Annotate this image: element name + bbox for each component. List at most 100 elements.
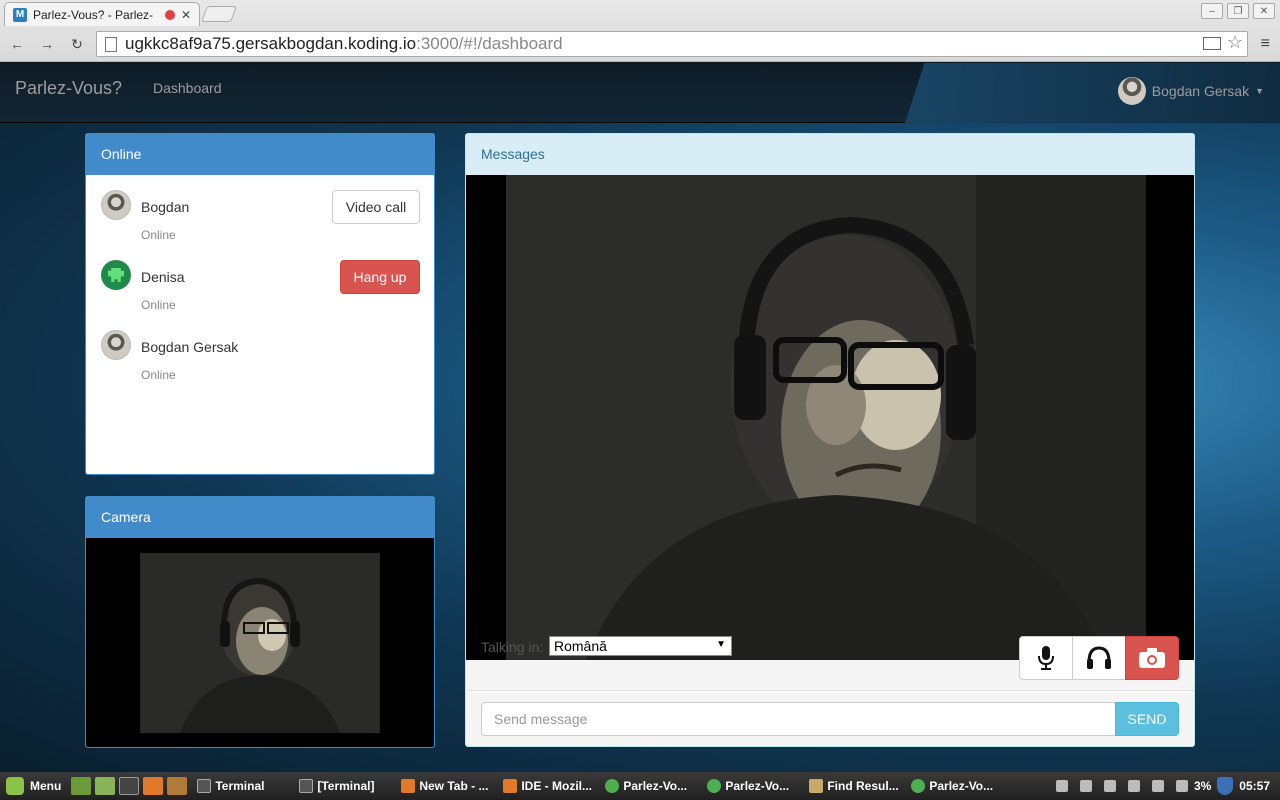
minimize-button[interactable]: – bbox=[1201, 3, 1223, 19]
contact-status: Online bbox=[141, 298, 176, 312]
terminal-icon bbox=[299, 779, 314, 793]
shield-icon[interactable] bbox=[1217, 777, 1234, 795]
contact-name: Denisa bbox=[141, 269, 185, 285]
mint-logo-icon bbox=[6, 777, 24, 795]
tab-title: Parlez-Vous? - Parlez- bbox=[33, 7, 154, 22]
page-icon bbox=[105, 36, 117, 52]
update-icon[interactable] bbox=[1079, 780, 1092, 792]
camera-panel: Camera bbox=[85, 496, 435, 748]
alien-icon bbox=[108, 268, 124, 282]
microphone-button[interactable] bbox=[1019, 636, 1073, 680]
bookmark-star-icon[interactable]: ☆ bbox=[1227, 32, 1243, 53]
tab-strip: M Parlez-Vous? - Parlez- ✕ – ❐ ✕ bbox=[0, 0, 1280, 26]
remote-video-container bbox=[466, 175, 1194, 660]
media-controls bbox=[1019, 636, 1179, 680]
forward-icon[interactable]: → bbox=[34, 31, 60, 57]
user-icon[interactable] bbox=[1055, 780, 1068, 792]
user-name: Bogdan Gersak bbox=[1151, 83, 1250, 99]
contact-avatar bbox=[101, 190, 131, 220]
local-video-container bbox=[86, 538, 434, 747]
files-launcher-icon[interactable] bbox=[95, 777, 116, 795]
favicon-icon: M bbox=[13, 7, 27, 22]
maximize-button[interactable]: ❐ bbox=[1227, 3, 1249, 19]
back-icon[interactable]: ← bbox=[4, 31, 30, 57]
brand-link[interactable]: Parlez-Vous? bbox=[15, 78, 122, 99]
online-panel-title: Online bbox=[86, 134, 434, 175]
contact-status: Online bbox=[141, 228, 176, 242]
online-panel: Online Bogdan Online Video call Denisa O… bbox=[85, 133, 435, 475]
headphones-icon bbox=[1087, 646, 1111, 669]
battery-icon[interactable] bbox=[1175, 780, 1188, 792]
start-menu-button[interactable]: Menu bbox=[0, 772, 69, 800]
reload-icon[interactable]: ↻ bbox=[64, 31, 90, 57]
local-video-feed bbox=[140, 553, 380, 733]
editor-launcher-icon[interactable] bbox=[167, 777, 188, 795]
terminal-launcher-icon[interactable] bbox=[119, 777, 140, 795]
taskbar-item-terminal-2[interactable]: [Terminal] bbox=[293, 773, 393, 799]
user-avatar bbox=[1117, 77, 1146, 105]
language-select[interactable]: Română ▼ bbox=[549, 636, 732, 656]
bluetooth-icon[interactable] bbox=[1103, 780, 1116, 792]
app-area: Parlez-Vous? Dashboard Bogdan Gersak ▼ O… bbox=[0, 63, 1280, 772]
new-tab-button[interactable] bbox=[201, 6, 237, 22]
wifi-icon[interactable] bbox=[1127, 780, 1140, 792]
camera-icon bbox=[1139, 648, 1165, 668]
user-menu[interactable]: Bogdan Gersak ▼ bbox=[1117, 77, 1264, 105]
browser-menu-icon[interactable]: ≡ bbox=[1261, 35, 1270, 53]
taskbar: Menu Terminal [Terminal] New Tab - ... I… bbox=[0, 772, 1280, 800]
taskbar-item-firefox-ide[interactable]: IDE - Mozil... bbox=[497, 773, 597, 799]
url-path: :3000/#!/dashboard bbox=[416, 34, 563, 53]
contact-item: Bogdan Online Video call bbox=[101, 190, 421, 250]
hang-up-button[interactable]: Hang up bbox=[340, 260, 420, 294]
taskbar-item-chrome-1[interactable]: Parlez-Vo... bbox=[599, 773, 699, 799]
contact-item: Bogdan Gersak Online bbox=[101, 330, 421, 390]
taskbar-item-find-results[interactable]: Find Resul... bbox=[803, 773, 903, 799]
taskbar-item-firefox-newtab[interactable]: New Tab - ... bbox=[395, 773, 495, 799]
battery-percentage: 3% bbox=[1193, 779, 1212, 793]
system-tray: 3% 05:57 bbox=[1050, 772, 1280, 800]
desktop-launcher-icon[interactable] bbox=[71, 777, 92, 795]
headphones-button[interactable] bbox=[1072, 636, 1126, 680]
contact-status: Online bbox=[141, 368, 176, 382]
taskbar-item-terminal[interactable]: Terminal bbox=[191, 773, 291, 799]
contact-avatar bbox=[101, 260, 131, 290]
send-button[interactable]: SEND bbox=[1115, 702, 1179, 736]
contact-avatar bbox=[101, 330, 131, 360]
contact-item: Denisa Online Hang up bbox=[101, 260, 421, 320]
firefox-icon bbox=[401, 779, 416, 793]
microphone-icon bbox=[1038, 646, 1054, 670]
send-message-input[interactable] bbox=[481, 702, 1116, 736]
talking-in-label: Talking in: bbox=[481, 639, 544, 655]
browser-chrome: M Parlez-Vous? - Parlez- ✕ – ❐ ✕ ← → ↻ u… bbox=[0, 0, 1280, 62]
nav-dashboard-link[interactable]: Dashboard bbox=[153, 80, 222, 96]
language-selected-value: Română bbox=[554, 638, 607, 654]
volume-icon[interactable] bbox=[1151, 780, 1164, 792]
search-results-icon bbox=[809, 779, 824, 793]
recording-icon bbox=[164, 9, 175, 20]
camera-toggle-button[interactable] bbox=[1125, 636, 1179, 680]
chrome-icon bbox=[707, 779, 722, 793]
remote-video-feed bbox=[506, 175, 1146, 660]
close-window-button[interactable]: ✕ bbox=[1253, 3, 1275, 19]
url-host: ugkkc8af9a75.gersakbogdan.koding.io bbox=[125, 34, 417, 53]
camera-permission-icon[interactable] bbox=[1203, 37, 1221, 50]
firefox-launcher-icon[interactable] bbox=[143, 777, 164, 795]
taskbar-item-chrome-3[interactable]: Parlez-Vo... bbox=[905, 773, 995, 799]
address-bar[interactable]: ugkkc8af9a75.gersakbogdan.koding.io :300… bbox=[96, 31, 1248, 57]
video-call-button[interactable]: Video call bbox=[332, 190, 420, 224]
taskbar-item-chrome-2[interactable]: Parlez-Vo... bbox=[701, 773, 801, 799]
terminal-icon bbox=[197, 779, 212, 793]
firefox-icon bbox=[503, 779, 518, 793]
chrome-icon bbox=[605, 779, 620, 793]
app-navbar: Parlez-Vous? Dashboard Bogdan Gersak ▼ bbox=[0, 63, 1280, 123]
messages-panel: Messages Talking in: Română ▼ Send messa… bbox=[465, 133, 1195, 747]
contact-name: Bogdan bbox=[141, 199, 190, 215]
camera-panel-title: Camera bbox=[86, 497, 434, 538]
clock[interactable]: 05:57 bbox=[1239, 779, 1270, 793]
chrome-icon bbox=[911, 779, 926, 793]
browser-tab[interactable]: M Parlez-Vous? - Parlez- ✕ bbox=[4, 2, 200, 26]
close-tab-icon[interactable]: ✕ bbox=[181, 8, 191, 22]
message-footer: SEND bbox=[466, 692, 1194, 746]
start-menu-label: Menu bbox=[30, 779, 62, 793]
browser-toolbar: ← → ↻ ugkkc8af9a75.gersakbogdan.koding.i… bbox=[0, 26, 1280, 62]
